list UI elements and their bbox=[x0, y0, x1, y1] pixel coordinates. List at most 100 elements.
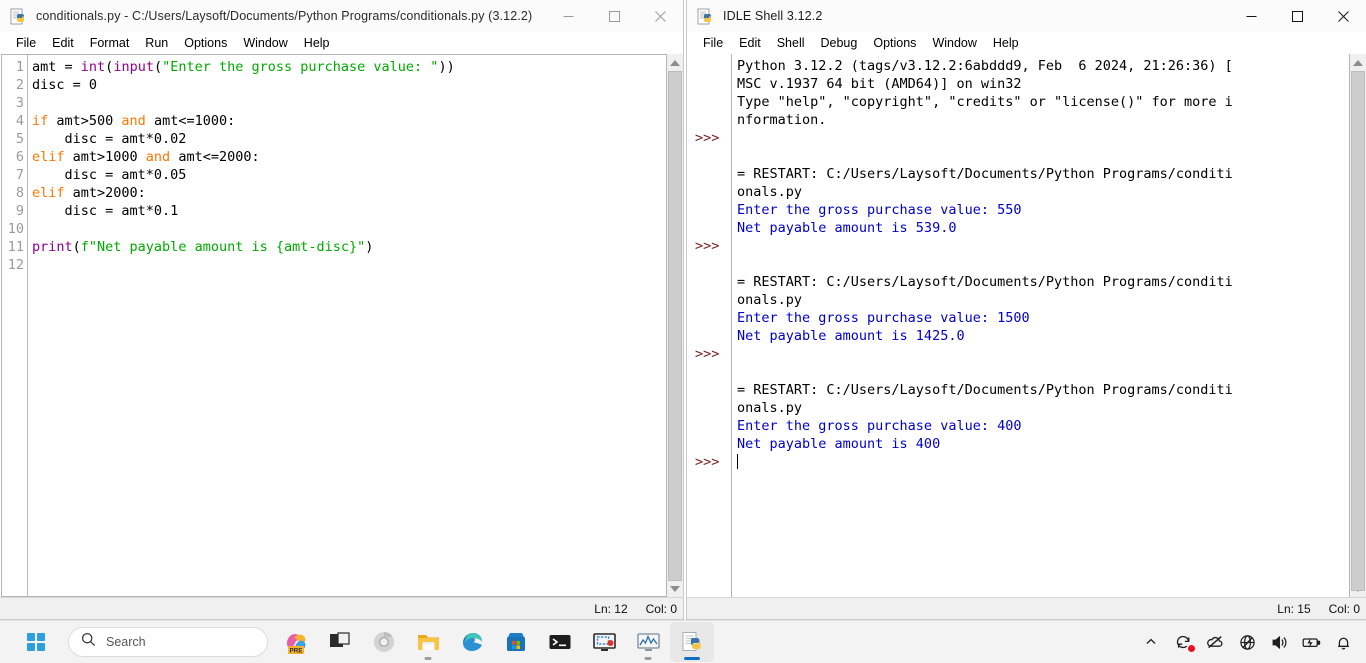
line-number: 7 bbox=[15, 167, 24, 183]
idle-shell-window[interactable]: IDLE Shell 3.12.2 File Edit Shell Debug Opti… bbox=[686, 0, 1366, 620]
copilot-m365-icon[interactable]: PRE bbox=[274, 622, 318, 662]
shell-maximize-button[interactable] bbox=[1274, 0, 1320, 32]
shell-caption-buttons[interactable] bbox=[1228, 0, 1366, 32]
code-token: print bbox=[32, 239, 73, 255]
shell-output-text[interactable]: Python 3.12.2 (tags/v3.12.2:6abddd9, Feb… bbox=[731, 54, 1349, 597]
line-number: 6 bbox=[15, 149, 24, 165]
shell-vertical-scrollbar[interactable] bbox=[1349, 54, 1366, 597]
windows-update-icon[interactable] bbox=[1168, 625, 1198, 659]
shell-menu-edit[interactable]: Edit bbox=[731, 33, 769, 53]
shell-body: >>> >>> >>> >>> Python 3.12.2 (tags/v3.1… bbox=[687, 54, 1366, 597]
shell-title-text: IDLE Shell 3.12.2 bbox=[723, 9, 823, 23]
microsoft-store-icon[interactable] bbox=[494, 622, 538, 662]
shell-menubar[interactable]: File Edit Shell Debug Options Window Help bbox=[687, 32, 1366, 54]
editor-menu-format[interactable]: Format bbox=[82, 33, 138, 53]
editor-menu-window[interactable]: Window bbox=[235, 33, 295, 53]
shell-menu-options[interactable]: Options bbox=[865, 33, 924, 53]
snipping-tool-icon[interactable] bbox=[582, 622, 626, 662]
shell-menu-window[interactable]: Window bbox=[924, 33, 984, 53]
code-token: int bbox=[80, 59, 106, 75]
show-hidden-icons-chevron-icon[interactable] bbox=[1136, 625, 1166, 659]
windows-taskbar[interactable]: Search PRE bbox=[0, 620, 1366, 663]
shell-scrollbar-thumb[interactable] bbox=[1351, 71, 1365, 591]
code-line: disc = 0 bbox=[32, 76, 666, 94]
start-button[interactable] bbox=[14, 622, 58, 662]
shell-line: Net payable amount is 400 bbox=[737, 436, 941, 452]
code-token: )) bbox=[438, 59, 455, 75]
editor-maximize-button[interactable] bbox=[591, 0, 637, 32]
editor-title-text: conditionals.py - C:/Users/Laysoft/Docum… bbox=[36, 9, 533, 23]
code-token: ( bbox=[72, 239, 81, 255]
editor-scrollbar-track[interactable] bbox=[667, 71, 683, 581]
shell-menu-file[interactable]: File bbox=[695, 33, 731, 53]
editor-menu-options[interactable]: Options bbox=[176, 33, 235, 53]
editor-menu-edit[interactable]: Edit bbox=[44, 33, 82, 53]
editor-code-text[interactable]: amt = int(input("Enter the gross purchas… bbox=[28, 55, 666, 596]
code-line: amt = int(input("Enter the gross purchas… bbox=[32, 58, 666, 76]
shell-menu-shell[interactable]: Shell bbox=[769, 33, 813, 53]
shell-minimize-button[interactable] bbox=[1228, 0, 1274, 32]
windows-logo-icon bbox=[26, 632, 46, 652]
task-view-icon[interactable] bbox=[318, 622, 362, 662]
line-number: 4 bbox=[15, 113, 24, 129]
shell-menu-help[interactable]: Help bbox=[985, 33, 1027, 53]
edge-icon[interactable] bbox=[450, 622, 494, 662]
editor-scroll-down-button[interactable] bbox=[666, 580, 683, 597]
editor-minimize-button[interactable] bbox=[545, 0, 591, 32]
editor-menubar[interactable]: File Edit Format Run Options Window Help bbox=[0, 32, 683, 54]
editor-close-button[interactable] bbox=[637, 0, 683, 32]
editor-col-indicator: Col: 0 bbox=[645, 601, 677, 616]
terminal-icon[interactable] bbox=[538, 622, 582, 662]
shell-line: onals.py bbox=[737, 400, 803, 416]
code-token: "Enter the gross purchase value: " bbox=[162, 59, 439, 75]
code-line: disc = amt*0.02 bbox=[32, 130, 666, 148]
editor-titlebar[interactable]: conditionals.py - C:/Users/Laysoft/Docum… bbox=[0, 0, 683, 32]
volume-icon[interactable] bbox=[1264, 625, 1294, 659]
editor-line-indicator: Ln: 12 bbox=[594, 601, 628, 616]
idle-editor-window[interactable]: conditionals.py - C:/Users/Laysoft/Docum… bbox=[0, 0, 684, 620]
shell-prompt-blank bbox=[695, 201, 731, 219]
editor-menu-run[interactable]: Run bbox=[137, 33, 176, 53]
code-token: disc = amt*0.02 bbox=[32, 131, 187, 147]
shell-scrollbar-track[interactable] bbox=[1350, 71, 1366, 591]
shell-titlebar[interactable]: IDLE Shell 3.12.2 bbox=[687, 0, 1366, 32]
shell-prompt-blank bbox=[695, 183, 731, 201]
shell-scroll-up-button[interactable] bbox=[1349, 54, 1366, 71]
shell-text-pane[interactable]: >>> >>> >>> >>> Python 3.12.2 (tags/v3.1… bbox=[695, 54, 1349, 597]
editor-scroll-up-button[interactable] bbox=[666, 54, 683, 71]
shell-close-button[interactable] bbox=[1320, 0, 1366, 32]
file-explorer-icon[interactable] bbox=[406, 622, 450, 662]
shell-line: Enter the gross purchase value: 550 bbox=[737, 202, 1022, 218]
editor-scrollbar-thumb[interactable] bbox=[668, 71, 682, 581]
line-number: 8 bbox=[15, 185, 24, 201]
shell-menu-debug[interactable]: Debug bbox=[813, 33, 866, 53]
editor-menu-file[interactable]: File bbox=[8, 33, 44, 53]
shell-line: onals.py bbox=[737, 292, 803, 308]
python-idle-icon[interactable] bbox=[670, 622, 714, 662]
code-token: if bbox=[32, 113, 49, 129]
battery-charging-icon[interactable] bbox=[1296, 625, 1326, 659]
active-indicator bbox=[684, 657, 700, 660]
chrome-icon[interactable] bbox=[362, 622, 406, 662]
editor-vertical-scrollbar[interactable] bbox=[666, 54, 683, 597]
code-token: disc = 0 bbox=[32, 77, 98, 93]
shell-line: Net payable amount is 1425.0 bbox=[737, 328, 965, 344]
code-token: elif bbox=[32, 149, 65, 165]
notifications-bell-icon[interactable] bbox=[1328, 625, 1358, 659]
code-token: elif bbox=[32, 185, 65, 201]
taskbar-search-box[interactable]: Search bbox=[68, 627, 268, 657]
editor-text-pane[interactable]: 1 2 3 4 5 6 7 8 9 10 11 12 amt = int(input("Enter t… bbox=[1, 54, 666, 597]
network-disconnected-icon[interactable] bbox=[1232, 625, 1262, 659]
editor-menu-help[interactable]: Help bbox=[296, 33, 338, 53]
code-token: disc = amt*0.05 bbox=[32, 167, 187, 183]
shell-prompt-blank bbox=[695, 327, 731, 345]
shell-prompt-blank bbox=[695, 219, 731, 237]
onedrive-offline-icon[interactable] bbox=[1200, 625, 1230, 659]
task-manager-icon[interactable] bbox=[626, 622, 670, 662]
shell-line: nformation. bbox=[737, 112, 827, 128]
editor-caption-buttons[interactable] bbox=[545, 0, 683, 32]
